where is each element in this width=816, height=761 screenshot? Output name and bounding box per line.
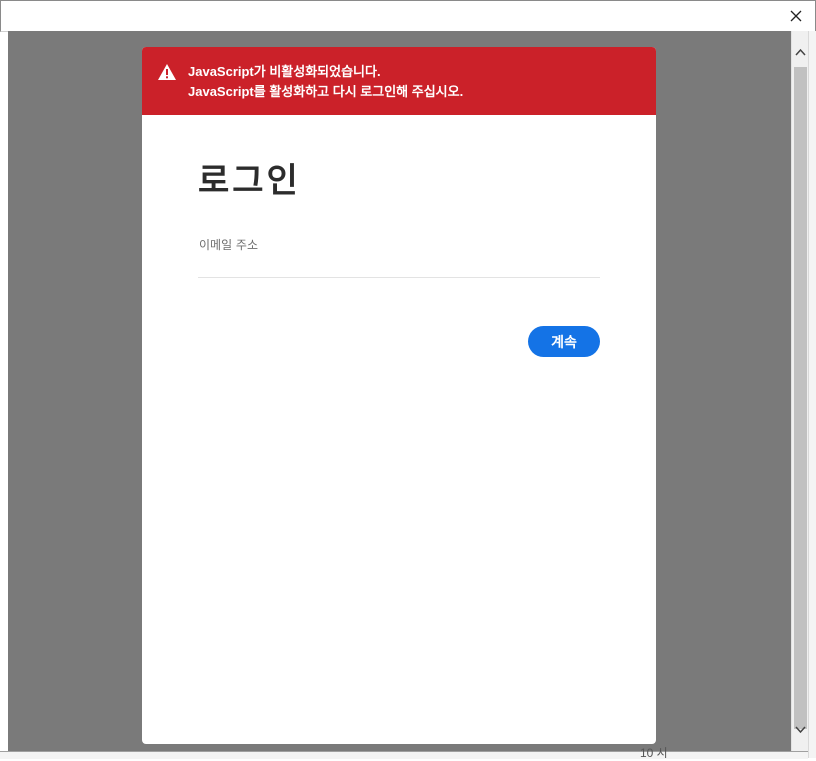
window-titlebar [0, 0, 816, 32]
chevron-down-icon [795, 725, 806, 733]
page-title: 로그인 [198, 161, 301, 201]
alert-line-2: JavaScript를 활성화하고 다시 로그인해 주십시오. [188, 84, 464, 99]
close-icon [790, 10, 802, 22]
scroll-thumb[interactable] [794, 67, 807, 729]
chevron-up-icon [795, 48, 806, 56]
warning-icon [158, 64, 176, 80]
vertical-scrollbar[interactable] [791, 31, 809, 751]
close-button[interactable] [783, 3, 809, 29]
continue-button[interactable]: 계속 [528, 326, 600, 357]
scroll-up-button[interactable] [792, 43, 809, 60]
javascript-disabled-alert: JavaScript가 비활성화되었습니다. JavaScript를 활성화하고… [142, 47, 656, 115]
login-modal: JavaScript가 비활성화되었습니다. JavaScript를 활성화하고… [142, 47, 656, 744]
window-right-edge [808, 31, 816, 758]
email-field[interactable] [198, 253, 600, 278]
alert-line-1: JavaScript가 비활성화되었습니다. [188, 64, 381, 79]
background-partial-text: 10 시 [640, 746, 668, 760]
scroll-down-button[interactable] [792, 721, 809, 738]
email-label: 이메일 주소 [199, 238, 259, 252]
alert-message: JavaScript가 비활성화되었습니다. JavaScript를 활성화하고… [188, 62, 463, 102]
browser-window: 10 시 JavaScript가 비활성화되었습니다. JavaScript를 … [0, 0, 816, 760]
